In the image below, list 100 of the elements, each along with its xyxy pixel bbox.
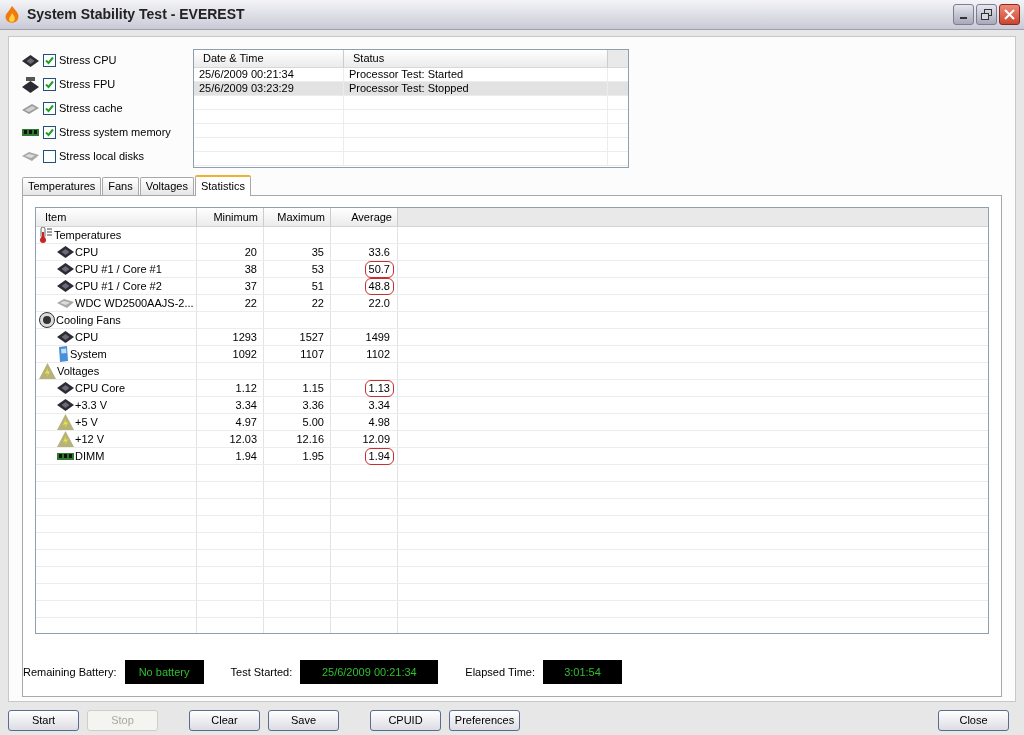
table-cell-text: 3.36 xyxy=(302,397,324,413)
action-button[interactable]: Start xyxy=(8,709,79,731)
checkbox-label[interactable]: Stress cache xyxy=(59,100,123,117)
table-cell-text: 12.16 xyxy=(296,431,324,447)
close-window-button[interactable] xyxy=(999,4,1020,25)
table-cell-text: 38 xyxy=(244,261,257,277)
item-label: +3.3 V xyxy=(75,397,108,413)
readout-display: 3:01:54 xyxy=(543,660,622,684)
action-button[interactable]: CPUID xyxy=(370,709,441,731)
checkbox[interactable] xyxy=(43,150,56,163)
voltage-warning-icon xyxy=(57,414,74,430)
checkbox[interactable] xyxy=(43,78,56,91)
minimize-button[interactable] xyxy=(953,4,974,25)
action-button[interactable]: Preferences xyxy=(449,709,520,731)
table-cell-text: 1.94 xyxy=(235,448,257,464)
table-cell: 25/6/2009 03:23:29 xyxy=(199,82,294,94)
table-cell-text: 1499 xyxy=(364,329,391,345)
minimize-icon xyxy=(960,17,967,19)
tab[interactable]: Voltages xyxy=(139,177,194,195)
item-label: +5 V xyxy=(75,414,98,430)
action-button[interactable]: Save xyxy=(268,709,339,731)
memory-module-icon xyxy=(57,452,74,460)
column-header[interactable]: Item xyxy=(36,208,197,226)
table-cell-text: 1.95 xyxy=(302,448,324,464)
action-button[interactable]: Close xyxy=(938,709,1009,731)
circled-value: 48.8 xyxy=(364,277,394,295)
circled-value: 1.94 xyxy=(364,447,394,465)
table-cell-text: 1102 xyxy=(365,346,391,362)
close-icon xyxy=(1004,9,1015,20)
item-label: CPU Core xyxy=(75,380,126,396)
group-label: Temperatures xyxy=(54,227,122,243)
checkbox[interactable] xyxy=(43,54,56,67)
table-cell-text: 5.00 xyxy=(302,414,324,430)
fan-icon xyxy=(39,312,55,328)
table-cell-text: 20 xyxy=(244,244,257,260)
group-label: Cooling Fans xyxy=(56,312,121,328)
table-cell-text: 53 xyxy=(311,261,324,277)
action-button[interactable]: Clear xyxy=(189,709,260,731)
checkbox-label[interactable]: Stress system memory xyxy=(59,124,171,141)
readout-display: No battery xyxy=(124,660,204,684)
table-cell-text: 4.97 xyxy=(235,414,257,430)
table-cell-text: 33.6 xyxy=(367,244,391,260)
checkbox-label[interactable]: Stress CPU xyxy=(59,52,117,69)
window-title: System Stability Test - EVEREST xyxy=(27,5,245,24)
table-cell-text: 4.98 xyxy=(367,414,391,430)
chip-icon xyxy=(22,54,39,67)
table-cell-text: 22 xyxy=(244,295,257,311)
table-cell-text: 1.15 xyxy=(302,380,324,396)
readout-label: Remaining Battery: xyxy=(23,664,117,680)
item-label: CPU xyxy=(75,329,99,345)
item-label: DIMM xyxy=(75,448,105,464)
header-filler xyxy=(608,50,628,67)
table-cell-text: 35 xyxy=(311,244,324,260)
table-cell-text: 1527 xyxy=(299,329,324,345)
checkbox[interactable] xyxy=(43,102,56,115)
readout-display: 25/6/2009 00:21:34 xyxy=(300,660,439,684)
table-cell-text: 1107 xyxy=(300,346,324,362)
chip-icon xyxy=(57,263,74,275)
table-cell: Processor Test: Started xyxy=(349,68,464,80)
item-label: CPU #1 / Core #2 xyxy=(75,278,162,294)
readout-label: Elapsed Time: xyxy=(465,664,535,680)
tab[interactable]: Statistics xyxy=(194,175,251,196)
table-cell-text: 1293 xyxy=(232,329,257,345)
item-label: +12 V xyxy=(75,431,105,447)
restore-icon xyxy=(981,9,992,20)
table-cell-text: 12.09 xyxy=(361,431,391,447)
computer-tower-icon xyxy=(57,346,69,362)
tab[interactable]: Temperatures xyxy=(22,177,102,195)
table-cell: Processor Test: Stopped xyxy=(349,82,469,94)
table-cell-text: 12.03 xyxy=(229,431,257,447)
readout-label: Test Started: xyxy=(230,664,293,680)
tab[interactable]: Fans xyxy=(102,177,139,195)
chip-icon xyxy=(22,103,39,114)
table-cell-text: 37 xyxy=(244,278,257,294)
memory-module-icon xyxy=(22,129,39,136)
chip-icon xyxy=(57,280,74,292)
flame-icon xyxy=(4,5,20,24)
chip-icon xyxy=(57,382,74,394)
table-cell-text: 22 xyxy=(311,295,324,311)
checkbox-label[interactable]: Stress FPU xyxy=(59,76,116,93)
circled-value: 50.7 xyxy=(364,260,394,278)
column-header[interactable]: Minimum xyxy=(197,208,264,226)
item-label: CPU #1 / Core #1 xyxy=(75,261,162,277)
checkbox-label[interactable]: Stress local disks xyxy=(59,148,144,165)
column-header[interactable]: Maximum xyxy=(264,208,331,226)
checkbox[interactable] xyxy=(43,126,56,139)
table-cell-text: 51 xyxy=(311,278,324,294)
group-label: Voltages xyxy=(57,363,100,379)
table-cell-text: 1092 xyxy=(232,346,257,362)
column-header[interactable]: Date & Time xyxy=(194,50,344,67)
chip-icon xyxy=(22,76,39,93)
voltage-warning-icon xyxy=(57,431,74,447)
table-cell-text: 3.34 xyxy=(235,397,257,413)
restore-button[interactable] xyxy=(976,4,997,25)
table-cell-text: 3.34 xyxy=(367,397,391,413)
table-cell-text: 1.12 xyxy=(235,380,257,396)
chip-icon xyxy=(57,246,74,258)
item-label: System xyxy=(70,346,107,362)
log-row[interactable]: 25/6/2009 03:23:29 Processor Test: Stopped xyxy=(194,82,628,96)
circled-value: 1.13 xyxy=(364,379,394,397)
